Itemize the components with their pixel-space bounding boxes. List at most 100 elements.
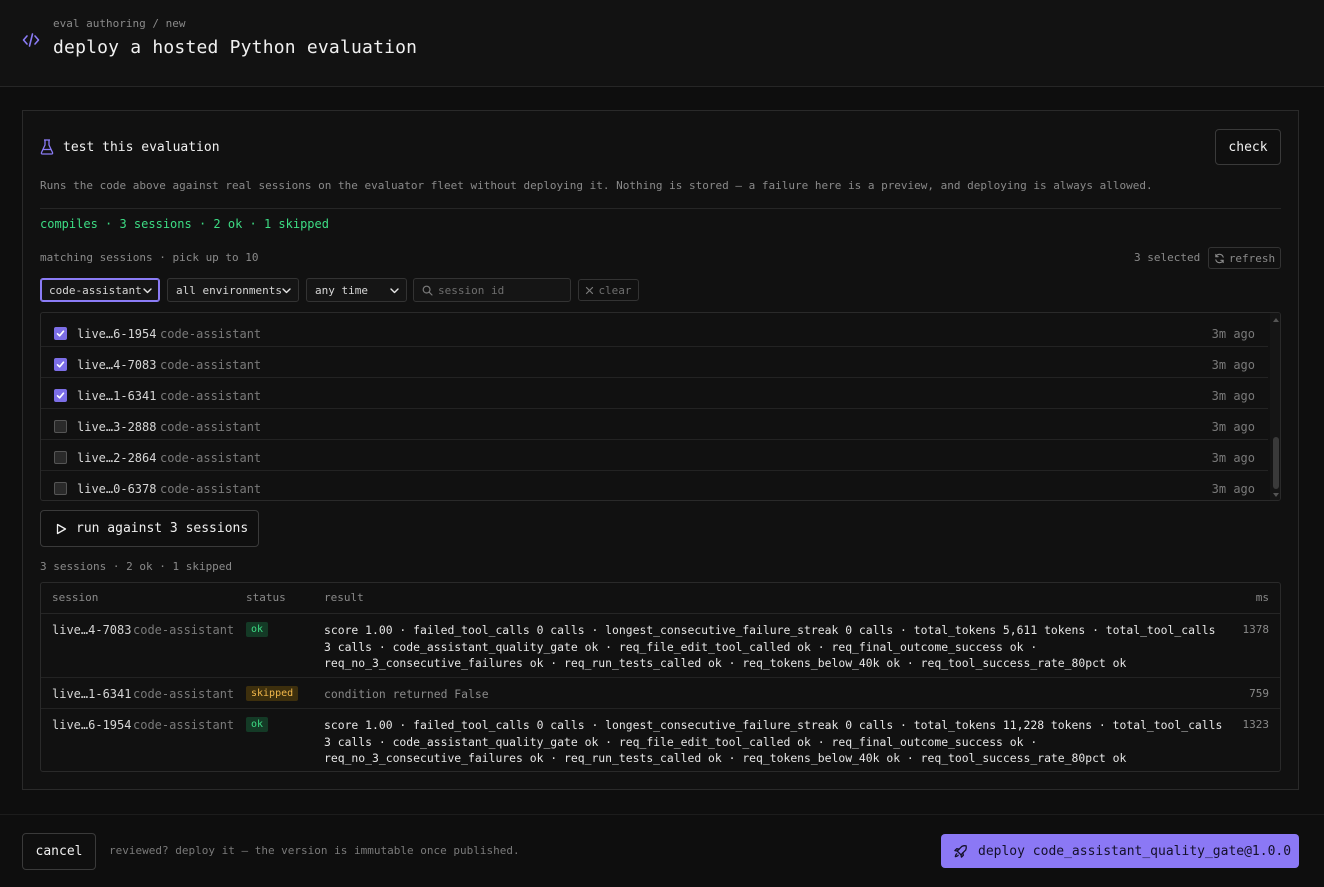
result-ms: 759 bbox=[1249, 687, 1269, 700]
session-id: live…2-2864 bbox=[77, 451, 157, 465]
refresh-icon bbox=[1215, 253, 1224, 263]
session-id: live…0-6378 bbox=[77, 482, 157, 496]
session-checkbox[interactable] bbox=[54, 482, 67, 495]
result-text: condition returned False bbox=[324, 687, 489, 701]
chevron-down-icon bbox=[390, 288, 399, 294]
result-text: score 1.00 · failed_tool_calls 0 calls ·… bbox=[324, 623, 1216, 671]
environment-filter-select[interactable]: all environments bbox=[167, 278, 299, 302]
result-session-id: live…6-1954 bbox=[52, 718, 132, 732]
session-row[interactable]: live…1-6341 code-assistant 3m ago bbox=[41, 378, 1268, 409]
clear-label: clear bbox=[598, 283, 632, 297]
check-icon bbox=[56, 361, 65, 368]
session-env: code-assistant bbox=[160, 389, 262, 403]
agent-filter-select[interactable]: code-assistant bbox=[40, 278, 160, 302]
status-badge: ok bbox=[246, 717, 269, 732]
result-session-env: code-assistant bbox=[133, 718, 235, 732]
result-session-id: live…1-6341 bbox=[52, 687, 132, 701]
column-header-session: session bbox=[52, 591, 99, 604]
session-checkbox[interactable] bbox=[54, 358, 67, 371]
session-env: code-assistant bbox=[160, 358, 262, 372]
session-env: code-assistant bbox=[160, 420, 262, 434]
page-header: eval authoring / new deploy a hosted Pyt… bbox=[0, 0, 1324, 87]
result-ms: 1378 bbox=[1242, 623, 1270, 636]
session-age: 3m ago bbox=[1211, 358, 1255, 372]
deploy-button[interactable]: deploy code_assistant_quality_gate@1.0.0 bbox=[941, 834, 1299, 868]
check-icon bbox=[56, 330, 65, 337]
session-search-input[interactable] bbox=[438, 283, 558, 297]
session-age: 3m ago bbox=[1211, 482, 1255, 496]
session-age: 3m ago bbox=[1211, 327, 1255, 341]
time-filter-value: any time bbox=[315, 283, 368, 297]
session-row[interactable]: live…6-1954 code-assistant 3m ago bbox=[41, 316, 1268, 347]
session-list-scrollbar[interactable] bbox=[1270, 313, 1280, 500]
deploy-button-label: deploy code_assistant_quality_gate@1.0.0 bbox=[978, 843, 1292, 859]
session-id: live…6-1954 bbox=[77, 327, 157, 341]
cancel-button[interactable]: cancel bbox=[22, 833, 96, 870]
table-row: live…1-6341 code-assistant skipped condi… bbox=[41, 678, 1280, 709]
result-session-id: live…4-7083 bbox=[52, 623, 132, 637]
flask-icon bbox=[40, 139, 54, 155]
close-icon bbox=[586, 286, 594, 294]
refresh-button[interactable]: refresh bbox=[1208, 247, 1281, 269]
run-button-label: run against 3 sessions bbox=[76, 521, 249, 536]
table-row: live…4-7083 code-assistant ok score 1.00… bbox=[41, 614, 1280, 678]
session-checkbox[interactable] bbox=[54, 327, 67, 340]
chevron-down-icon bbox=[143, 288, 152, 294]
status-badge: ok bbox=[246, 622, 269, 637]
session-env: code-assistant bbox=[160, 451, 262, 465]
result-ms: 1323 bbox=[1242, 718, 1270, 731]
test-evaluation-panel: test this evaluation check Runs the code… bbox=[22, 110, 1299, 790]
session-id: live…1-6341 bbox=[77, 389, 157, 403]
play-icon bbox=[56, 523, 67, 534]
panel-title: test this evaluation bbox=[63, 140, 220, 155]
refresh-label: refresh bbox=[1228, 251, 1276, 265]
search-icon bbox=[422, 285, 433, 296]
column-header-status: status bbox=[246, 591, 286, 604]
column-header-ms: ms bbox=[1255, 591, 1269, 604]
selected-count: 3 selected bbox=[1134, 251, 1201, 264]
results-table: session status result ms live…4-7083 cod… bbox=[40, 582, 1281, 772]
scroll-down-arrow-icon[interactable] bbox=[1273, 492, 1279, 498]
rocket-icon bbox=[954, 844, 967, 858]
footer-divider bbox=[0, 814, 1324, 815]
environment-filter-value: all environments bbox=[176, 283, 282, 297]
result-session-env: code-assistant bbox=[133, 687, 235, 701]
footer-note: reviewed? deploy it — the version is imm… bbox=[109, 844, 520, 857]
session-age: 3m ago bbox=[1211, 389, 1255, 403]
agent-filter-value: code-assistant bbox=[49, 283, 142, 297]
run-sessions-button[interactable]: run against 3 sessions bbox=[40, 510, 259, 547]
table-row: live…6-1954 code-assistant ok score 1.00… bbox=[41, 709, 1280, 771]
column-header-result: result bbox=[324, 591, 364, 604]
session-list: live…6-1954 code-assistant 3m ago live…4… bbox=[40, 312, 1281, 501]
clear-filters-button[interactable]: clear bbox=[578, 279, 639, 301]
scrollbar-thumb[interactable] bbox=[1273, 437, 1279, 489]
session-age: 3m ago bbox=[1211, 420, 1255, 434]
result-session-env: code-assistant bbox=[133, 623, 235, 637]
session-age: 3m ago bbox=[1211, 451, 1255, 465]
result-text: score 1.00 · failed_tool_calls 0 calls ·… bbox=[324, 718, 1223, 766]
session-checkbox[interactable] bbox=[54, 420, 67, 433]
run-summary: 3 sessions · 2 ok · 1 skipped bbox=[40, 560, 233, 573]
session-env: code-assistant bbox=[160, 327, 262, 341]
scroll-up-arrow-icon[interactable] bbox=[1273, 317, 1279, 323]
matching-sessions-label: matching sessions · pick up to 10 bbox=[40, 251, 259, 264]
breadcrumb: eval authoring / new bbox=[53, 17, 186, 30]
divider bbox=[40, 208, 1281, 209]
session-row[interactable]: live…0-6378 code-assistant 3m ago bbox=[41, 471, 1268, 500]
session-checkbox[interactable] bbox=[54, 451, 67, 464]
session-id: live…3-2888 bbox=[77, 420, 157, 434]
session-row[interactable]: live…4-7083 code-assistant 3m ago bbox=[41, 347, 1268, 378]
compile-status: compiles · 3 sessions · 2 ok · 1 skipped bbox=[40, 217, 329, 231]
panel-description: Runs the code above against real session… bbox=[40, 179, 1153, 192]
check-icon bbox=[56, 392, 65, 399]
session-row[interactable]: live…3-2888 code-assistant 3m ago bbox=[41, 409, 1268, 440]
time-filter-select[interactable]: any time bbox=[306, 278, 407, 302]
code-icon bbox=[22, 33, 40, 47]
session-search[interactable] bbox=[413, 278, 571, 302]
session-id: live…4-7083 bbox=[77, 358, 157, 372]
chevron-down-icon bbox=[282, 288, 291, 294]
check-button[interactable]: check bbox=[1215, 129, 1281, 165]
session-checkbox[interactable] bbox=[54, 389, 67, 402]
session-row[interactable]: live…2-2864 code-assistant 3m ago bbox=[41, 440, 1268, 471]
page-title: deploy a hosted Python evaluation bbox=[53, 37, 418, 58]
